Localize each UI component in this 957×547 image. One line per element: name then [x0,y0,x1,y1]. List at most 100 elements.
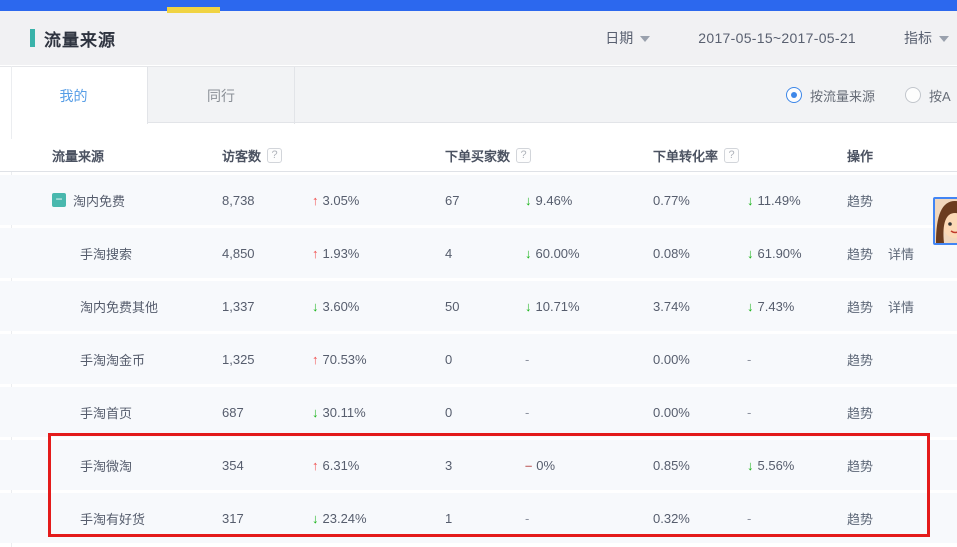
actions-cell: 趋势 [847,456,957,475]
actions-cell: 趋势 [847,509,957,528]
date-range-value[interactable]: 2017-05-15~2017-05-21 [698,30,856,46]
down-arrow-icon: ↓ [312,405,319,420]
visitors-change: ↑1.93% [312,246,445,261]
source-name: 手淘微淘 [80,456,132,475]
actions-cell: 趋势 [847,350,957,369]
date-dropdown[interactable]: 日期 [605,28,650,48]
table-row: −淘内免费8,738↑3.05%67↓9.46%0.77%↓11.49%趋势 [0,175,957,225]
trend-link[interactable]: 趋势 [847,406,873,421]
source-name: 手淘首页 [80,403,132,422]
table-row: 手淘有好货317↓23.24%1-0.32%-趋势 [0,493,957,543]
change-value: 9.46% [536,193,573,208]
buyers-value: 0 [445,405,525,420]
trend-link[interactable]: 趋势 [847,459,873,474]
source-name-cell: −淘内免费 [52,191,222,210]
up-arrow-icon: ↑ [312,246,319,261]
trend-link[interactable]: 趋势 [847,353,873,368]
visitors-change: ↑6.31% [312,458,445,473]
traffic-source-table: 流量来源 访客数 ? 下单买家数 ? 下单转化率 ? 操作 −淘内免费8,738… [0,139,957,543]
conversion-value: 0.85% [653,458,747,473]
visitors-value: 8,738 [222,193,312,208]
source-name: 淘内免费其他 [80,297,158,316]
visitors-change: ↑3.05% [312,193,445,208]
buyers-change: - [525,405,653,420]
col-header-visitors: 访客数 ? [222,146,445,165]
down-arrow-icon: ↓ [312,299,319,314]
visitors-value: 354 [222,458,312,473]
change-value: 11.49% [758,193,801,208]
buyers-value: 4 [445,246,525,261]
visitors-change: ↓23.24% [312,511,445,526]
visitors-change: ↓3.60% [312,299,445,314]
service-avatar-icon[interactable] [933,197,957,245]
detail-link[interactable]: 详情 [888,247,914,262]
source-name: 淘内免费 [73,191,125,210]
chevron-down-icon [939,36,949,42]
conversion-change: ↓7.43% [747,299,847,314]
help-icon[interactable]: ? [267,148,282,163]
col-header-buyers-label: 下单买家数 [445,146,510,165]
change-value: 6.31% [323,458,360,473]
trend-link[interactable]: 趋势 [847,300,873,315]
collapse-minus-icon[interactable]: − [52,193,66,207]
down-arrow-icon: ↓ [747,193,754,208]
col-header-conversion: 下单转化率 ? [653,146,847,165]
help-icon[interactable]: ? [724,148,739,163]
change-value: 7.43% [758,299,795,314]
radio-by-traffic-source-label: 按流量来源 [810,86,875,105]
trend-link[interactable]: 趋势 [847,247,873,262]
conversion-change: ↓ 11.49% [747,193,847,208]
tab-peers[interactable]: 同行 [148,67,295,124]
detail-link[interactable]: 详情 [888,300,914,315]
metric-dropdown-label: 指标 [904,28,932,48]
visitors-change: ↓ 30.11% [312,405,445,420]
visitors-value: 317 [222,511,312,526]
help-icon[interactable]: ? [516,148,531,163]
page-title-wrap: 流量来源 [30,11,116,65]
visitors-value: 687 [222,405,312,420]
active-nav-tab-indicator [167,7,220,13]
buyers-change: ↓10.71% [525,299,653,314]
tab-mine[interactable]: 我的 [0,67,148,124]
down-arrow-icon: ↓ [525,299,532,314]
radio-selected-icon [786,87,802,103]
metric-dropdown[interactable]: 指标 [904,28,949,48]
change-value: - [525,352,529,367]
actions-cell: 趋势详情 [847,297,957,316]
buyers-value: 50 [445,299,525,314]
source-name-cell: 手淘微淘 [52,456,222,475]
date-dropdown-label: 日期 [605,28,633,48]
buyers-change: ↓60.00% [525,246,653,261]
conversion-change: ↓61.90% [747,246,847,261]
change-value: 0% [536,458,555,473]
col-header-actions-label: 操作 [847,146,873,165]
top-nav-bar [0,0,957,11]
avatar-face-graphic [935,199,957,243]
actions-cell: 趋势 [847,403,957,422]
col-header-source-label: 流量来源 [52,146,104,165]
down-arrow-icon: ↓ [747,246,754,261]
source-name: 手淘搜索 [80,244,132,263]
radio-unselected-icon [905,87,921,103]
table-row: 淘内免费其他1,337↓3.60%50↓10.71%3.74%↓7.43%趋势详… [0,281,957,331]
table-row: 手淘搜索4,850↑1.93%4↓60.00%0.08%↓61.90%趋势详情 [0,228,957,278]
trend-link[interactable]: 趋势 [847,194,873,209]
trend-link[interactable]: 趋势 [847,512,873,527]
conversion-change: ↓5.56% [747,458,847,473]
buyers-change: - [525,352,653,367]
radio-by-a[interactable]: 按A [905,86,951,105]
buyers-value: 67 [445,193,525,208]
visitors-change: ↑70.53% [312,352,445,367]
up-arrow-icon: ↑ [312,193,319,208]
change-value: 30.11% [323,405,366,420]
table-row: 手淘微淘354↑6.31%3–0%0.85%↓5.56%趋势 [0,440,957,490]
radio-by-traffic-source[interactable]: 按流量来源 [786,86,875,105]
buyers-change: - [525,511,653,526]
visitors-value: 1,325 [222,352,312,367]
conversion-change: - [747,511,847,526]
source-name-cell: 手淘搜索 [52,244,222,263]
down-arrow-icon: ↓ [525,193,532,208]
table-header-row: 流量来源 访客数 ? 下单买家数 ? 下单转化率 ? 操作 [0,139,957,172]
table-row: 手淘首页687↓30.11%0-0.00%-趋势 [0,387,957,437]
change-value: 5.56% [758,458,795,473]
